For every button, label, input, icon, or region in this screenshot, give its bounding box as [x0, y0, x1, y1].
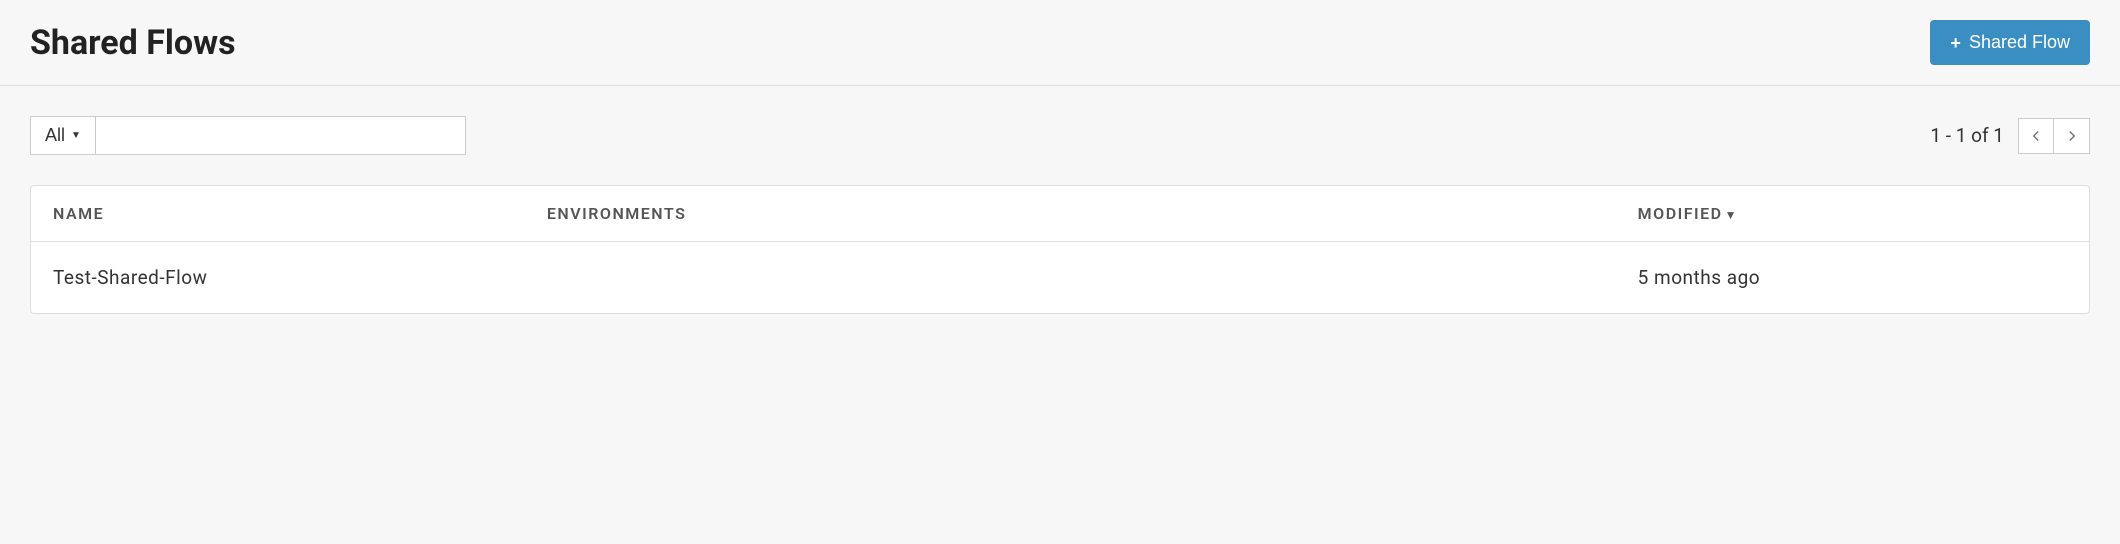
filter-dropdown[interactable]: All ▼: [30, 116, 96, 155]
toolbar: All ▼ 1 - 1 of 1: [30, 116, 2090, 155]
table-header-row: NAME ENVIRONMENTS MODIFIED▼: [31, 186, 2089, 242]
cell-environments: [525, 242, 1616, 313]
column-header-modified[interactable]: MODIFIED▼: [1616, 186, 2089, 242]
caret-down-icon: ▼: [71, 130, 81, 141]
pagination: 1 - 1 of 1: [1930, 118, 2090, 154]
cell-modified: 5 months ago: [1616, 242, 2089, 313]
filter-selected-label: All: [45, 125, 65, 146]
search-input[interactable]: [96, 116, 466, 155]
cell-name: Test-Shared-Flow: [31, 242, 525, 313]
page-title: Shared Flows: [30, 23, 236, 63]
chevron-left-icon: [2030, 130, 2042, 142]
column-header-name[interactable]: NAME: [31, 186, 525, 242]
sort-descending-icon: ▼: [1725, 208, 1738, 222]
plus-icon: +: [1950, 34, 1961, 52]
prev-page-button[interactable]: [2018, 118, 2054, 154]
next-page-button[interactable]: [2054, 118, 2090, 154]
shared-flows-table: NAME ENVIRONMENTS MODIFIED▼ Test-Shared-…: [30, 185, 2090, 314]
column-header-environments[interactable]: ENVIRONMENTS: [525, 186, 1616, 242]
add-shared-flow-button[interactable]: + Shared Flow: [1930, 20, 2090, 65]
table-row[interactable]: Test-Shared-Flow 5 months ago: [31, 242, 2089, 313]
pagination-buttons: [2018, 118, 2090, 154]
page-header: Shared Flows + Shared Flow: [0, 0, 2120, 86]
pagination-range: 1 - 1 of 1: [1930, 124, 2004, 147]
chevron-right-icon: [2066, 130, 2078, 142]
content-area: All ▼ 1 - 1 of 1 NAME: [0, 86, 2120, 344]
add-button-label: Shared Flow: [1969, 32, 2070, 53]
filter-group: All ▼: [30, 116, 466, 155]
